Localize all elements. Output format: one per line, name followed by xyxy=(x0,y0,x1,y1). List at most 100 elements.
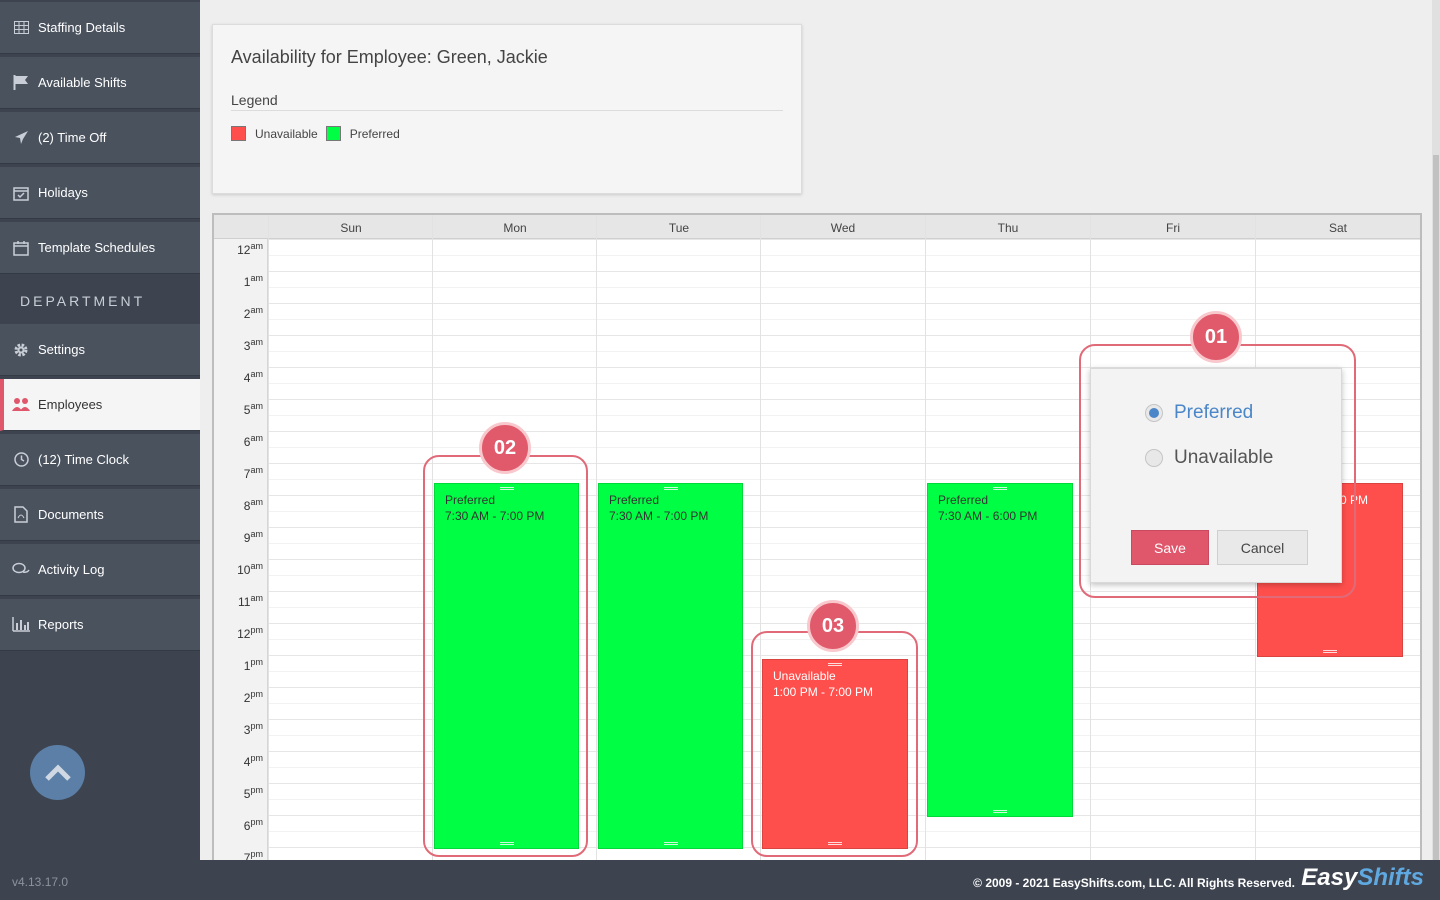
hour-label: 4am xyxy=(243,369,263,385)
hour-line xyxy=(268,271,1420,272)
hour-label: 11am xyxy=(238,593,263,609)
half-hour-line xyxy=(268,287,1420,288)
callout-02-outline xyxy=(423,455,588,857)
hour-label: 10am xyxy=(237,561,263,577)
hour-label: 1am xyxy=(243,273,263,289)
clock-icon xyxy=(12,451,30,469)
easyshifts-logo: EasyShifts xyxy=(1301,864,1424,891)
calendar-icon xyxy=(12,239,30,257)
day-header-thu: Thu xyxy=(997,221,1019,235)
sidebar-item-time-clock[interactable]: (12) Time Clock xyxy=(0,434,200,486)
chevron-up-icon xyxy=(44,763,71,781)
hour-label: 8am xyxy=(243,497,263,513)
event-time: 7:30 AM - 6:00 PM xyxy=(938,509,1038,523)
callout-03-outline xyxy=(751,631,918,857)
resize-handle[interactable] xyxy=(1323,650,1337,653)
sidebar-item-label: Available Shifts xyxy=(38,75,127,90)
version-label: v4.13.17.0 xyxy=(12,875,69,889)
day-header-mon: Mon xyxy=(503,221,527,235)
half-hour-line xyxy=(268,255,1420,256)
legend-divider xyxy=(231,110,783,111)
hour-label: 3pm xyxy=(243,721,263,737)
option-label: Unavailable xyxy=(1174,447,1274,468)
event-title: Preferred xyxy=(609,493,660,507)
page-scrollbar[interactable] xyxy=(1432,0,1440,860)
unavailable-swatch xyxy=(231,126,246,141)
hour-label: 6am xyxy=(243,433,263,449)
sidebar-item-activity-log[interactable]: Activity Log xyxy=(0,544,200,596)
sidebar-item-label: (2) Time Off xyxy=(38,130,107,145)
page-title: Availability for Employee: Green, Jackie xyxy=(231,47,548,67)
hour-label: 2pm xyxy=(243,689,263,705)
users-icon xyxy=(12,396,30,414)
sidebar-item-holidays[interactable]: Holidays xyxy=(0,167,200,219)
resize-handle[interactable] xyxy=(993,810,1007,813)
hour-label: 3am xyxy=(243,337,263,353)
plane-icon xyxy=(12,129,30,147)
availability-event[interactable]: Preferred 7:30 AM - 6:00 PM xyxy=(927,483,1073,817)
sidebar-item-time-off[interactable]: (2) Time Off xyxy=(0,112,200,164)
hour-label: 7am xyxy=(243,465,263,481)
day-header-sat: Sat xyxy=(1328,221,1347,235)
hour-label: 4pm xyxy=(243,753,263,769)
option-unavailable[interactable]: Unavailable xyxy=(1145,447,1273,469)
preferred-swatch xyxy=(325,126,341,141)
chat-icon xyxy=(12,561,30,579)
hour-label: 5am xyxy=(243,401,263,417)
hour-line xyxy=(268,239,1420,240)
scroll-to-top-button[interactable] xyxy=(30,745,85,800)
day-header-wed: Wed xyxy=(830,221,856,235)
save-button[interactable]: Save xyxy=(1131,530,1209,565)
hour-line xyxy=(268,303,1420,304)
event-time: 7:30 AM - 7:00 PM xyxy=(609,509,709,523)
callout-badge-02: 02 xyxy=(479,422,531,474)
document-icon xyxy=(12,506,30,524)
sidebar-item-template-schedules[interactable]: Template Schedules xyxy=(0,222,200,274)
resize-handle[interactable] xyxy=(663,842,678,845)
sidebar-item-label: Template Schedules xyxy=(38,240,156,255)
sidebar-item-label: Staffing Details xyxy=(38,20,126,35)
calendar-check-icon xyxy=(12,184,30,202)
resize-handle[interactable] xyxy=(993,487,1007,490)
hour-label: 9am xyxy=(243,529,263,545)
event-title: Preferred xyxy=(938,493,989,507)
footer: © 2009 - 2021 EasyShifts.com, LLC. All R… xyxy=(200,860,1440,900)
sidebar-item-documents[interactable]: Documents xyxy=(0,489,200,541)
hour-label: 1pm xyxy=(243,657,263,673)
day-header-fri: Fri xyxy=(1166,221,1180,235)
half-hour-line xyxy=(268,319,1420,320)
availability-panel: Availability for Employee: Green, Jackie… xyxy=(212,24,802,194)
day-divider xyxy=(268,215,269,871)
sidebar-item-settings[interactable]: Settings xyxy=(0,324,200,376)
sidebar-item-label: Documents xyxy=(38,507,104,522)
option-preferred[interactable]: Preferred xyxy=(1145,402,1253,424)
flag-icon xyxy=(12,74,30,92)
day-divider xyxy=(596,215,597,871)
sidebar-item-reports[interactable]: Reports xyxy=(0,599,200,651)
gear-icon xyxy=(12,341,30,359)
legend-heading: Legend xyxy=(231,92,278,108)
sidebar-item-label: Activity Log xyxy=(38,562,105,577)
hour-label: 5pm xyxy=(243,785,263,801)
department-header: DEPARTMENT xyxy=(20,293,146,309)
scrollbar-thumb[interactable] xyxy=(1433,155,1439,860)
legend-item-preferred: Preferred xyxy=(349,126,400,141)
callout-badge-01: 01 xyxy=(1190,311,1242,363)
hour-line xyxy=(268,335,1420,336)
legend-item-unavailable: Unavailable xyxy=(255,126,318,141)
callout-badge-03: 03 xyxy=(807,600,859,652)
unavailable-radio[interactable] xyxy=(1145,449,1163,467)
preferred-radio[interactable] xyxy=(1145,404,1163,422)
sidebar-item-label: Reports xyxy=(38,617,84,632)
availability-event[interactable]: Preferred 7:30 AM - 7:00 PM xyxy=(598,483,743,849)
sidebar-item-label: Holidays xyxy=(38,185,88,200)
sidebar-item-employees[interactable]: Employees xyxy=(0,379,200,431)
legend: Unavailable Preferred xyxy=(231,126,408,141)
cancel-button[interactable]: Cancel xyxy=(1217,530,1308,565)
sidebar-item-label: (12) Time Clock xyxy=(38,452,130,467)
calendar-header: Sun Mon Tue Wed Thu Fri Sat xyxy=(214,215,1420,239)
sidebar-item-available-shifts[interactable]: Available Shifts xyxy=(0,57,200,109)
sidebar-item-staffing-details[interactable]: Staffing Details xyxy=(0,2,200,54)
copyright-text: © 2009 - 2021 EasyShifts.com, LLC. All R… xyxy=(973,876,1295,890)
resize-handle[interactable] xyxy=(663,487,678,490)
